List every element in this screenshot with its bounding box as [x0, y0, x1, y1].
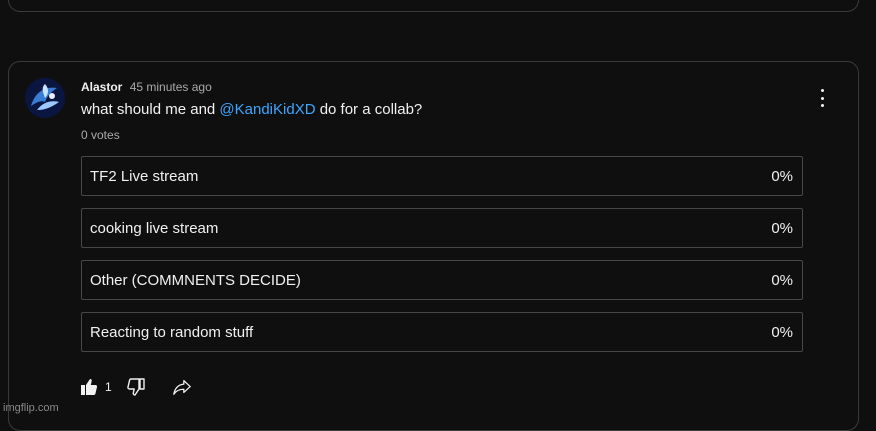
avatar[interactable]	[25, 78, 65, 118]
like-count: 1	[105, 380, 112, 394]
poll-option-percent: 0%	[771, 271, 793, 289]
question-suffix: do for a collab?	[315, 101, 423, 118]
poll-question: what should me and @KandiKidXD do for a …	[81, 101, 422, 118]
watermark: imgflip.com	[3, 402, 59, 414]
share-icon[interactable]	[172, 377, 192, 397]
thumbs-down-icon[interactable]	[126, 377, 146, 397]
question-prefix: what should me and	[81, 101, 220, 118]
author-line: Alastor 45 minutes ago	[81, 80, 212, 94]
author-name[interactable]: Alastor	[81, 80, 122, 94]
poll-option-label: Other (COMMNENTS DECIDE)	[90, 271, 301, 289]
more-vert-icon[interactable]	[814, 89, 830, 107]
mention-link[interactable]: @KandiKidXD	[219, 101, 315, 118]
poll-option-2[interactable]: cooking live stream 0%	[81, 208, 803, 248]
poll-option-3[interactable]: Other (COMMNENTS DECIDE) 0%	[81, 260, 803, 300]
poll-option-4[interactable]: Reacting to random stuff 0%	[81, 312, 803, 352]
poll-option-percent: 0%	[771, 167, 793, 185]
poll-option-1[interactable]: TF2 Live stream 0%	[81, 156, 803, 196]
post-time[interactable]: 45 minutes ago	[130, 80, 212, 94]
vote-count: 0 votes	[81, 128, 120, 142]
poll-option-label: cooking live stream	[90, 219, 219, 237]
previous-post-card	[8, 0, 859, 12]
poll-option-percent: 0%	[771, 219, 793, 237]
action-bar: 1	[79, 376, 192, 398]
poll-option-label: Reacting to random stuff	[90, 323, 254, 341]
thumbs-up-icon[interactable]	[79, 377, 99, 397]
poll-option-percent: 0%	[771, 323, 793, 341]
poll-option-label: TF2 Live stream	[90, 167, 199, 185]
